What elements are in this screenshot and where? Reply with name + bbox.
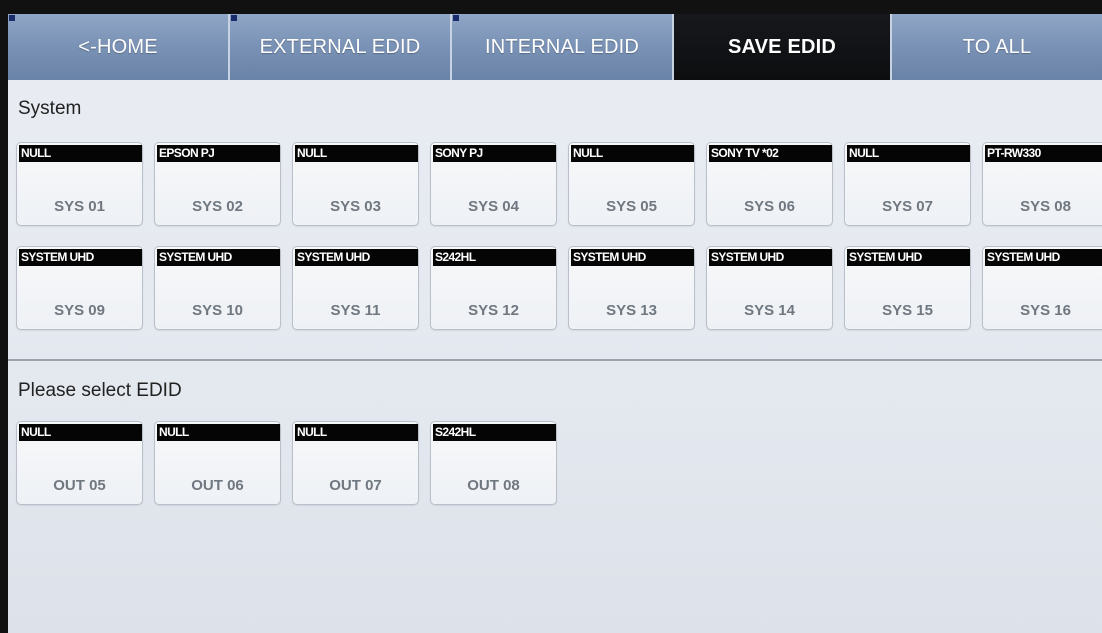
sys-slot-button[interactable]: EPSON PJ SYS 02 bbox=[154, 142, 281, 226]
sys-slot-id: SYS 01 bbox=[54, 198, 105, 215]
edid-name-label: SYSTEM UHD bbox=[709, 249, 832, 266]
tab-external-edid[interactable]: EXTERNAL EDID bbox=[230, 14, 452, 80]
edid-name-label: SYSTEM UHD bbox=[985, 249, 1102, 266]
sys-slot-id: SYS 02 bbox=[192, 198, 243, 215]
sys-slot-id: SYS 09 bbox=[54, 302, 105, 319]
edid-name-label: SYSTEM UHD bbox=[295, 249, 418, 266]
tab-label: TO ALL bbox=[962, 35, 1032, 58]
sys-slot-button[interactable]: SONY PJ SYS 04 bbox=[430, 142, 557, 226]
out-slot-id: OUT 05 bbox=[53, 477, 106, 494]
sys-slot-id: SYS 03 bbox=[330, 198, 381, 215]
sys-slot-id: SYS 16 bbox=[1020, 302, 1071, 319]
tab-label: INTERNAL EDID bbox=[484, 35, 640, 58]
sys-slot-button[interactable]: PT-RW330 SYS 08 bbox=[982, 142, 1102, 226]
out-slot-id: OUT 07 bbox=[329, 477, 382, 494]
edid-name-label: SONY PJ bbox=[433, 145, 556, 162]
edid-name-label: NULL bbox=[847, 145, 970, 162]
tab-to-all[interactable]: TO ALL bbox=[892, 14, 1102, 80]
select-section-title: Please select EDID bbox=[18, 380, 182, 401]
edid-name-label: NULL bbox=[295, 145, 418, 162]
edid-name-label: SYSTEM UHD bbox=[19, 249, 142, 266]
edid-name-label: NULL bbox=[157, 424, 280, 441]
out-slot-id: OUT 08 bbox=[467, 477, 520, 494]
sys-slot-button[interactable]: NULL SYS 05 bbox=[568, 142, 695, 226]
sys-slot-button[interactable]: NULL SYS 03 bbox=[292, 142, 419, 226]
edid-name-label: NULL bbox=[19, 145, 142, 162]
out-slot-button[interactable]: NULL OUT 07 bbox=[292, 421, 419, 505]
sys-slot-id: SYS 05 bbox=[606, 198, 657, 215]
tab-bar: <-HOME EXTERNAL EDID INTERNAL EDID SAVE … bbox=[8, 14, 1102, 80]
tab-internal-edid[interactable]: INTERNAL EDID bbox=[452, 14, 674, 80]
sys-slot-id: SYS 08 bbox=[1020, 198, 1071, 215]
tab-marker bbox=[453, 15, 459, 21]
sys-slot-button[interactable]: SYSTEM UHD SYS 10 bbox=[154, 246, 281, 330]
sys-slot-button[interactable]: NULL SYS 01 bbox=[16, 142, 143, 226]
sys-slot-button[interactable]: S242HL SYS 12 bbox=[430, 246, 557, 330]
edid-name-label: SYSTEM UHD bbox=[157, 249, 280, 266]
sys-slot-button[interactable]: SYSTEM UHD SYS 09 bbox=[16, 246, 143, 330]
section-divider bbox=[8, 359, 1102, 361]
sys-slot-id: SYS 13 bbox=[606, 302, 657, 319]
tab-marker bbox=[231, 15, 237, 21]
out-slot-id: OUT 06 bbox=[191, 477, 244, 494]
sys-slot-id: SYS 06 bbox=[744, 198, 795, 215]
edid-name-label: NULL bbox=[19, 424, 142, 441]
edid-name-label: EPSON PJ bbox=[157, 145, 280, 162]
tab-label: <-HOME bbox=[78, 35, 158, 58]
edid-screen: <-HOME EXTERNAL EDID INTERNAL EDID SAVE … bbox=[8, 14, 1102, 633]
edid-name-label: PT-RW330 bbox=[985, 145, 1102, 162]
sys-slot-button[interactable]: SONY TV *02 SYS 06 bbox=[706, 142, 833, 226]
sys-slot-button[interactable]: SYSTEM UHD SYS 11 bbox=[292, 246, 419, 330]
tab-save-edid[interactable]: SAVE EDID bbox=[674, 14, 892, 80]
sys-slot-id: SYS 14 bbox=[744, 302, 795, 319]
sys-slot-id: SYS 10 bbox=[192, 302, 243, 319]
edid-name-label: S242HL bbox=[433, 249, 556, 266]
sys-slot-button[interactable]: SYSTEM UHD SYS 15 bbox=[844, 246, 971, 330]
sys-slot-id: SYS 12 bbox=[468, 302, 519, 319]
sys-slot-button[interactable]: SYSTEM UHD SYS 16 bbox=[982, 246, 1102, 330]
out-slot-button[interactable]: NULL OUT 06 bbox=[154, 421, 281, 505]
sys-slot-button[interactable]: SYSTEM UHD SYS 13 bbox=[568, 246, 695, 330]
tab-marker bbox=[9, 15, 15, 21]
tab-label: EXTERNAL EDID bbox=[259, 35, 421, 58]
sys-slot-button[interactable]: SYSTEM UHD SYS 14 bbox=[706, 246, 833, 330]
edid-name-label: S242HL bbox=[433, 424, 556, 441]
tab-label: SAVE EDID bbox=[727, 35, 837, 58]
sys-slot-id: SYS 04 bbox=[468, 198, 519, 215]
system-section-title: System bbox=[18, 98, 82, 119]
sys-slot-button[interactable]: NULL SYS 07 bbox=[844, 142, 971, 226]
sys-slot-id: SYS 11 bbox=[330, 302, 381, 319]
sys-slot-id: SYS 07 bbox=[882, 198, 933, 215]
tab-home[interactable]: <-HOME bbox=[8, 14, 230, 80]
out-slot-button[interactable]: S242HL OUT 08 bbox=[430, 421, 557, 505]
sys-slot-id: SYS 15 bbox=[882, 302, 933, 319]
edid-name-label: NULL bbox=[295, 424, 418, 441]
edid-name-label: SONY TV *02 bbox=[709, 145, 832, 162]
edid-name-label: SYSTEM UHD bbox=[571, 249, 694, 266]
edid-name-label: SYSTEM UHD bbox=[847, 249, 970, 266]
edid-name-label: NULL bbox=[571, 145, 694, 162]
out-slot-button[interactable]: NULL OUT 05 bbox=[16, 421, 143, 505]
